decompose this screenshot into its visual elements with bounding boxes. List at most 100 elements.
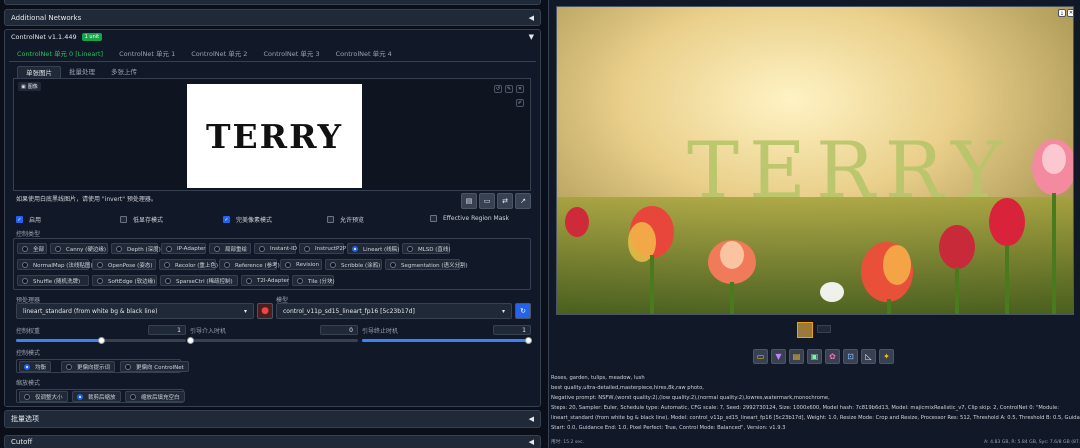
tab-unit-2[interactable]: ControlNet 单元 2 [183, 48, 255, 60]
control-type-radio[interactable]: Instant-ID [254, 243, 297, 254]
radio-balanced[interactable]: 均衡 [19, 361, 52, 372]
accordion-additional-networks-label: Additional Networks [11, 13, 82, 22]
clear-icon[interactable]: ✎ [505, 85, 513, 93]
accordion-batch-options[interactable]: 批量选项 ◀ [4, 410, 541, 428]
weight-slider[interactable] [16, 337, 186, 344]
end-slider[interactable] [362, 337, 532, 344]
control-type-radio[interactable]: Tile (分块) [292, 275, 335, 286]
sparkle-icon[interactable]: ✦ [879, 349, 894, 364]
accordion-cutoff[interactable]: Cutoff ◀ [4, 435, 541, 448]
swap-icon[interactable]: ⇄ [497, 193, 513, 209]
thumbnail-selected[interactable] [797, 322, 813, 338]
image-icon[interactable]: ▣ [807, 349, 822, 364]
tab-unit-1[interactable]: ControlNet 单元 1 [111, 48, 183, 60]
control-type-label: SoftEdge (软边缘) [108, 278, 156, 285]
tab-single-image[interactable]: 单张图片 [17, 66, 61, 78]
model-select[interactable]: control_v11p_sd15_lineart_fp16 [5c23b17d… [276, 303, 512, 319]
image-upload-area[interactable]: ▣ 图像 TERRY ↺ ✎ ✕ ✐ [13, 78, 531, 191]
start-input[interactable]: 0 [320, 325, 358, 335]
control-type-radio[interactable]: 全部 [17, 243, 47, 254]
tab-unit-4[interactable]: ControlNet 单元 4 [328, 48, 400, 60]
folder-icon[interactable]: ▭ [753, 349, 768, 364]
control-type-label: 局部重绘 [225, 246, 248, 253]
radio-resize-fill-label: 缩放后填充空白 [141, 394, 180, 401]
control-type-radio[interactable]: Reference (参考) [219, 259, 280, 270]
close-icon[interactable]: ✕ [516, 85, 524, 93]
control-type-radio[interactable]: 局部重绘 [209, 243, 251, 254]
accordion-partial[interactable] [4, 0, 541, 5]
radio-dot [55, 245, 61, 252]
end-slider-handle[interactable] [524, 337, 532, 344]
crop-icon[interactable]: ⊡ [843, 349, 858, 364]
control-type-radio[interactable]: NormalMap (法线贴图) [17, 259, 93, 270]
tab-unit-3[interactable]: ControlNet 单元 3 [255, 48, 327, 60]
control-type-radio[interactable]: Segmentation (语义分割) [385, 259, 468, 270]
tab-multi-upload[interactable]: 多张上传 [103, 66, 145, 78]
thumbnail-label[interactable] [817, 325, 831, 333]
radio-dot [22, 245, 28, 252]
radio-dot [77, 393, 83, 400]
control-type-label: 控制类型 [16, 231, 41, 238]
radio-dot [407, 245, 413, 252]
radio-dot [24, 393, 30, 400]
checkbox-allow-preview[interactable]: 允许预览 [327, 215, 364, 224]
checkbox-region-mask[interactable]: Effective Region Mask [430, 215, 509, 222]
control-type-radio[interactable]: Scribble (涂鸦) [325, 259, 382, 270]
new-canvas-icon[interactable]: ▤ [461, 193, 477, 209]
checkbox-pixel-perfect[interactable]: ✓ 完美像素模式 [223, 215, 272, 224]
control-type-radio[interactable]: OpenPose (姿态) [92, 259, 156, 270]
control-type-radio[interactable]: InstructP2P [299, 243, 346, 254]
control-type-radio[interactable]: Revision [280, 259, 322, 270]
radio-dot [164, 261, 170, 268]
radio-dot [214, 245, 220, 252]
refresh-models-icon[interactable]: ↻ [515, 303, 531, 319]
control-type-label: Reference (参考) [235, 262, 280, 269]
control-type-radio[interactable]: T2I-Adapter [241, 275, 289, 286]
radio-just-resize[interactable]: 仅调整大小 [19, 391, 68, 402]
tab-batch[interactable]: 批量处理 [61, 66, 103, 78]
control-type-radio[interactable]: MLSD (直线) [402, 243, 451, 254]
preprocessor-select[interactable]: lineart_standard (from white bg & black … [16, 303, 254, 319]
radio-crop-resize[interactable]: 裁剪后缩放 [72, 391, 121, 402]
undo-icon[interactable]: ↺ [494, 85, 502, 93]
controlnet-header[interactable]: ControlNet v1.1.449 1 unit [11, 33, 103, 41]
control-type-label: Segmentation (语义分割) [401, 262, 468, 269]
palette-icon[interactable]: ✿ [825, 349, 840, 364]
tab-unit-0[interactable]: ControlNet 单元 0 [Lineart] [9, 48, 111, 60]
checkbox-box [120, 216, 127, 223]
camera-icon[interactable]: ▭ [479, 193, 495, 209]
control-type-radio[interactable]: Canny (硬边缘) [50, 243, 108, 254]
checkbox-low-vram[interactable]: 低显存模式 [120, 215, 163, 224]
send-dimensions-icon[interactable]: ↗ [515, 193, 531, 209]
checkbox-enable[interactable]: ✓ 启用 [16, 215, 41, 224]
start-slider-handle[interactable] [186, 337, 194, 344]
control-type-label: SparseCtrl (稀疏控制) [176, 278, 233, 285]
control-type-radio[interactable]: Depth (深度) [111, 243, 161, 254]
memory-usage: A: 4.83 GB, R: 5.84 GB, Sys: 7.6/8 GB (8… [984, 440, 1080, 445]
control-type-radio[interactable]: Lineart (线稿) [347, 243, 399, 254]
weight-slider-handle[interactable] [97, 337, 105, 344]
radio-resize-fill[interactable]: 缩放后填充空白 [125, 391, 185, 402]
control-type-radio[interactable]: IP-Adapter [161, 243, 206, 254]
weight-input[interactable]: 1 [148, 325, 186, 335]
save-icon[interactable]: ▼ [771, 349, 786, 364]
close-icon[interactable]: ✕ [1067, 9, 1073, 17]
brush-icon[interactable]: ✐ [516, 99, 524, 107]
checkbox-region-mask-label: Effective Region Mask [443, 215, 509, 222]
generated-image[interactable]: TERRY ⤓ ✕ [556, 6, 1074, 315]
chevron-down-icon[interactable]: ▼ [529, 33, 534, 41]
control-type-radio[interactable]: Recolor (重上色) [159, 259, 218, 270]
zip-icon[interactable]: ▤ [789, 349, 804, 364]
end-input[interactable]: 1 [493, 325, 531, 335]
radio-prompt[interactable]: 更偏向提示词 [61, 361, 116, 372]
radio-controlnet[interactable]: 更偏向 ControlNet [120, 361, 189, 372]
download-icon[interactable]: ⤓ [1058, 9, 1066, 17]
control-type-radio[interactable]: Shuffle (随机洗牌) [17, 275, 89, 286]
radio-dot [224, 261, 230, 268]
accordion-additional-networks[interactable]: Additional Networks ◀ [4, 9, 541, 26]
control-type-radio[interactable]: SoftEdge (软边缘) [92, 275, 157, 286]
run-preprocessor-icon[interactable]: ● [257, 303, 273, 319]
ruler-icon[interactable]: ◺ [861, 349, 876, 364]
control-type-radio[interactable]: SparseCtrl (稀疏控制) [160, 275, 238, 286]
start-slider[interactable] [186, 337, 358, 344]
